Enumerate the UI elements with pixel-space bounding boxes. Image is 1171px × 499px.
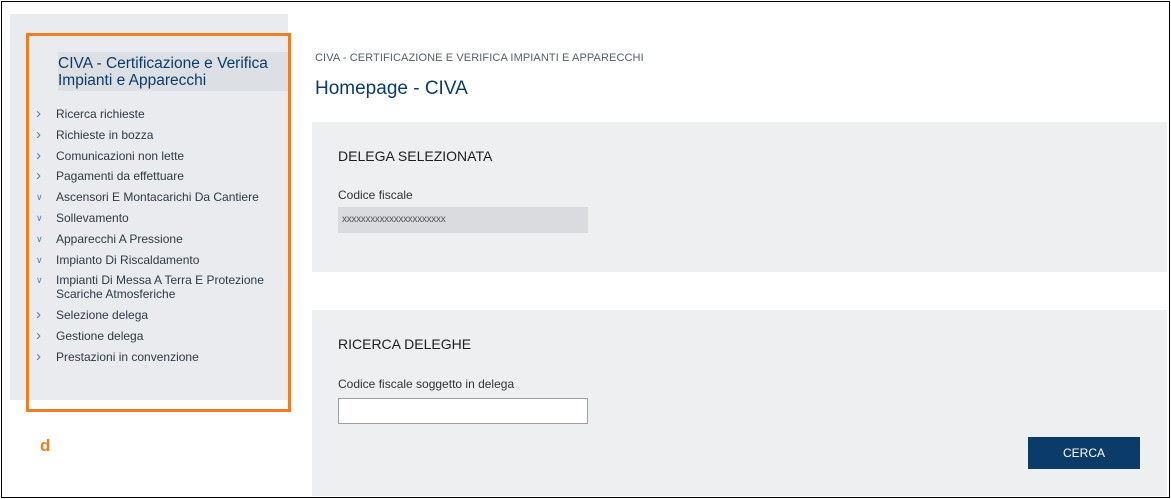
sidebar-highlight-box: [26, 33, 291, 412]
codice-fiscale-delega-label: Codice fiscale soggetto in delega: [338, 377, 515, 391]
ricerca-deleghe-panel: RICERCA DELEGHE Codice fiscale soggetto …: [312, 310, 1167, 496]
breadcrumb[interactable]: CIVA - CERTIFICAZIONE E VERIFICA IMPIANT…: [315, 52, 644, 64]
delega-selezionata-panel: DELEGA SELEZIONATA Codice fiscale xxxxxx…: [312, 122, 1167, 272]
codice-fiscale-value: xxxxxxxxxxxxxxxxxxxxxx: [338, 207, 588, 233]
codice-fiscale-label: Codice fiscale: [338, 188, 413, 202]
codice-fiscale-delega-input[interactable]: [338, 398, 588, 424]
delega-selezionata-title: DELEGA SELEZIONATA: [338, 148, 493, 164]
annotation-label: d: [40, 436, 51, 455]
ricerca-deleghe-title: RICERCA DELEGHE: [338, 336, 472, 352]
page-title: Homepage - CIVA: [315, 78, 468, 99]
cerca-button[interactable]: CERCA: [1028, 437, 1140, 469]
